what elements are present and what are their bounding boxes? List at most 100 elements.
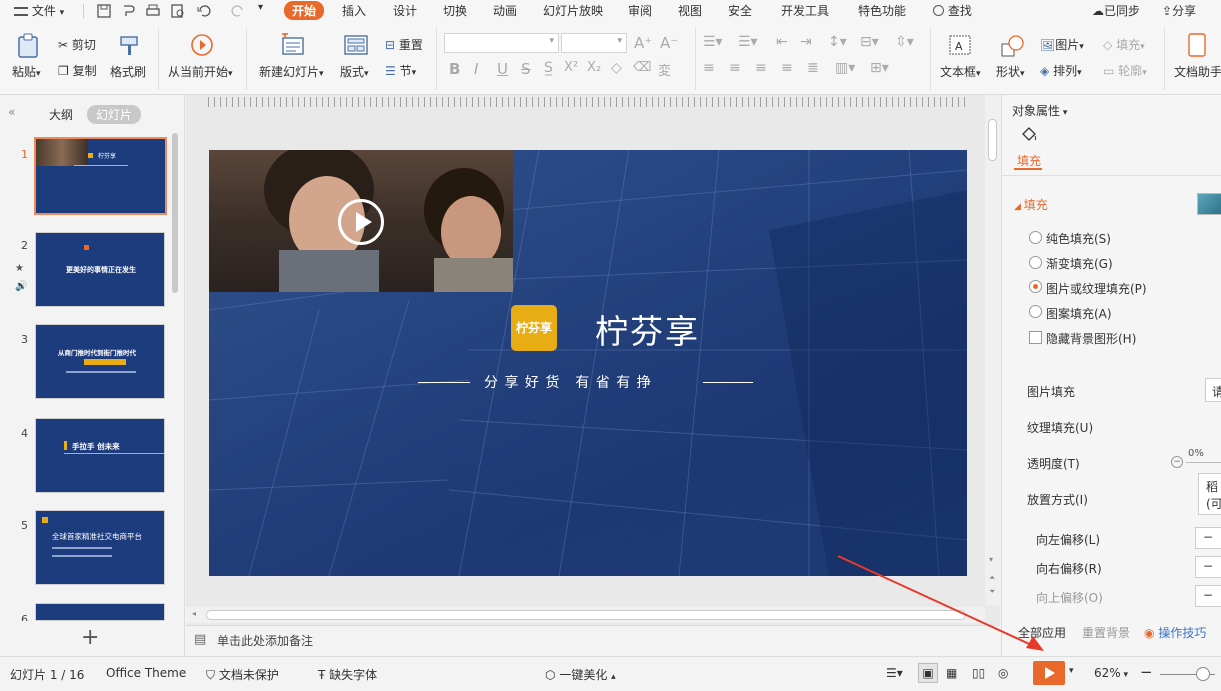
reset-bg-button[interactable]: 重置背景 xyxy=(1082,624,1130,641)
clear-format-icon[interactable]: ◇ xyxy=(611,60,622,76)
presenter-view-icon[interactable]: ◎ xyxy=(998,666,1008,680)
reset-button[interactable]: ⊟ 重置 xyxy=(385,36,423,53)
paste-icon[interactable] xyxy=(14,32,42,60)
print-icon[interactable] xyxy=(145,3,161,19)
fill-preview[interactable] xyxy=(1197,193,1221,215)
canvas-vscroll[interactable]: ▾ ⏶ ⏷ xyxy=(985,95,1000,605)
font-family-combo[interactable]: ▾ xyxy=(444,33,559,53)
zoom-level[interactable]: 62% ▾ xyxy=(1094,666,1128,680)
play-slideshow-button[interactable] xyxy=(1033,661,1065,685)
quick-access-dropdown[interactable]: ▾ xyxy=(258,2,263,13)
layout-icon[interactable] xyxy=(343,34,369,56)
textbox-icon[interactable]: A xyxy=(948,34,972,56)
tab-animation[interactable]: 动画 xyxy=(493,2,517,19)
hide-bg-checkbox[interactable] xyxy=(1029,331,1042,344)
new-slide-button[interactable]: 新建幻灯片▾ xyxy=(259,63,324,80)
collapse-panel-icon[interactable]: « xyxy=(8,105,15,119)
offset-up-stepper[interactable]: − xyxy=(1195,585,1221,607)
doc-assistant-icon[interactable] xyxy=(1186,32,1208,58)
slide-thumbnail-2[interactable]: 更美好的事情正在发生 xyxy=(35,232,165,307)
option-pattern-fill[interactable]: 图案填充(A) xyxy=(1046,305,1112,322)
reading-view-icon[interactable]: ▯▯ xyxy=(972,666,985,680)
underline-icon[interactable]: U xyxy=(497,60,508,78)
play-icon[interactable] xyxy=(338,199,384,245)
paste-button[interactable]: 粘贴▾ xyxy=(12,63,41,80)
layout-button[interactable]: 版式▾ xyxy=(340,63,369,80)
fill-section-header[interactable]: ◢ 填充 xyxy=(1014,196,1048,213)
font-size-combo[interactable]: ▾ xyxy=(561,33,627,53)
tab-slideshow[interactable]: 幻灯片放映 xyxy=(543,2,603,19)
new-slide-icon[interactable] xyxy=(280,33,306,57)
textbox-button[interactable]: 文本框▾ xyxy=(940,63,981,80)
subscript-icon[interactable]: X₂ xyxy=(587,60,601,75)
zoom-out-icon[interactable]: − xyxy=(1140,663,1153,681)
slide-thumbnail-6[interactable] xyxy=(35,603,165,621)
offset-left-stepper[interactable]: − xyxy=(1195,527,1221,549)
eraser-icon[interactable]: ⌫ xyxy=(633,60,651,75)
italic-icon[interactable]: I xyxy=(474,60,478,78)
slide-thumbnail-4[interactable]: 手拉手 创未来 xyxy=(35,418,165,493)
doc-protect-status[interactable]: ⛉ 文档未保护 xyxy=(206,666,279,683)
slide-thumbnail-1[interactable]: 柠芬享 xyxy=(34,137,167,215)
tab-review[interactable]: 审阅 xyxy=(628,2,652,19)
play-from-current-button[interactable]: 从当前开始▾ xyxy=(168,63,233,80)
shape-button[interactable]: 形状▾ xyxy=(996,63,1025,80)
justify-icon[interactable]: ≡ xyxy=(781,60,793,76)
file-menu[interactable]: 文件 ▾ xyxy=(14,2,64,19)
normal-view-icon[interactable]: ▣ xyxy=(918,663,938,683)
play-circle-icon[interactable] xyxy=(190,33,214,57)
notes-placeholder[interactable]: 单击此处添加备注 xyxy=(217,632,313,649)
tab-transition[interactable]: 切换 xyxy=(443,2,467,19)
transparency-minus[interactable]: − xyxy=(1171,456,1183,468)
radio-picture-fill[interactable] xyxy=(1029,280,1042,293)
cut-button[interactable]: ✂ 剪切 xyxy=(58,36,96,53)
picture-fill-select[interactable]: 请 xyxy=(1205,378,1221,402)
format-painter-icon[interactable] xyxy=(117,34,141,58)
outline-button[interactable]: ▭ 轮廓▾ xyxy=(1103,62,1147,79)
section-button[interactable]: ☰ 节▾ xyxy=(385,62,416,79)
notes-toggle-icon[interactable]: ☰▾ xyxy=(886,666,903,680)
missing-font-button[interactable]: Ŧ 缺失字体 xyxy=(318,666,377,683)
align-left-icon[interactable]: ≡ xyxy=(703,60,715,76)
transparency-slider[interactable] xyxy=(1186,462,1221,463)
increase-font-icon[interactable]: A⁺ xyxy=(634,34,652,52)
slide-thumbnail-5[interactable]: 全球首家精准社交电商平台 xyxy=(35,510,165,585)
slideshow-dropdown[interactable]: ▾ xyxy=(1069,666,1074,676)
decrease-indent-icon[interactable]: ⇤ xyxy=(776,34,788,50)
distribute-icon[interactable]: ≣ xyxy=(807,60,819,76)
radio-gradient-fill[interactable] xyxy=(1029,256,1042,269)
tab-fill[interactable]: 填充 xyxy=(1017,152,1041,169)
align-text-icon[interactable]: ⇳▾ xyxy=(895,34,914,50)
tab-home[interactable]: 开始 xyxy=(284,1,325,20)
align-center-icon[interactable]: ≡ xyxy=(729,60,741,76)
offset-right-stepper[interactable]: − xyxy=(1195,556,1221,578)
bullet-list-icon[interactable]: ☰▾ xyxy=(703,34,723,50)
doc-assistant-button[interactable]: 文档助手 xyxy=(1174,63,1221,80)
undo-icon[interactable] xyxy=(196,3,212,19)
tab-features[interactable]: 特色功能 xyxy=(858,2,906,19)
placement-select[interactable]: 稻 (可 xyxy=(1198,473,1221,515)
tips-link[interactable]: ◉ 操作技巧 xyxy=(1144,624,1206,641)
sync-status[interactable]: ☁已同步 xyxy=(1092,2,1140,19)
decrease-font-icon[interactable]: A⁻ xyxy=(660,34,678,52)
option-picture-fill[interactable]: 图片或纹理填充(P) xyxy=(1046,280,1147,297)
picture-button[interactable]: 🖼图片▾ xyxy=(1040,36,1084,53)
slide[interactable]: 柠芬享 柠芬享 分 享 好 货 有 省 有 挣 xyxy=(209,150,967,576)
search-button[interactable]: 查找 xyxy=(933,2,972,19)
copy-button[interactable]: ❐ 复制 xyxy=(58,62,97,79)
redo-icon[interactable] xyxy=(230,3,246,19)
shadow-icon[interactable]: S̲ xyxy=(544,60,553,76)
shape-icon[interactable] xyxy=(1000,34,1026,58)
radio-solid-fill[interactable] xyxy=(1029,231,1042,244)
format-painter-button[interactable]: 格式刷 xyxy=(110,63,146,80)
increase-indent-icon[interactable]: ⇥ xyxy=(800,34,812,50)
fill-button[interactable]: ◇ 填充▾ xyxy=(1103,36,1145,53)
tab-developer[interactable]: 开发工具 xyxy=(781,2,829,19)
radio-pattern-fill[interactable] xyxy=(1029,305,1042,318)
tab-security[interactable]: 安全 xyxy=(728,2,752,19)
slides-scrollbar[interactable] xyxy=(172,133,178,293)
numbered-list-icon[interactable]: ☰▾ xyxy=(738,34,758,50)
save-icon[interactable] xyxy=(96,3,112,19)
bold-icon[interactable]: B xyxy=(449,60,460,78)
slide-thumbnail-3[interactable]: 从商门推时代到街门推时代 xyxy=(35,324,165,399)
